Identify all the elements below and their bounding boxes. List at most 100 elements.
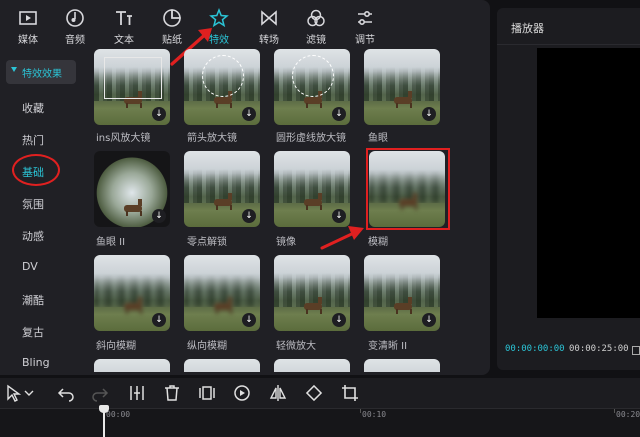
ruler-label: 00:00: [106, 410, 131, 419]
effect-card[interactable]: ↓: [364, 255, 440, 331]
tab-audio[interactable]: 音频: [53, 0, 97, 46]
tab-label: 媒体: [18, 35, 38, 46]
effect-card[interactable]: ↓: [274, 151, 350, 227]
effect-thumbnail: [184, 359, 260, 372]
effect-card[interactable]: ↓: [364, 49, 440, 125]
sidebar-item-trendy[interactable]: 潮酷: [22, 292, 44, 308]
download-icon[interactable]: ↓: [332, 313, 346, 327]
effect-card[interactable]: ↓: [184, 49, 260, 125]
freeze-frame-icon[interactable]: [197, 383, 217, 403]
sidebar-item-retro[interactable]: 复古: [22, 324, 44, 340]
effect-card[interactable]: ↓: [184, 255, 260, 331]
effect-label: ins风放大镜: [96, 133, 151, 144]
left-panel: 媒体 音频 文本 贴纸 特效 转场 滤镜 调节 特效效果 收藏 热门 基础 氛围…: [0, 0, 490, 375]
ruler-tick: [614, 409, 615, 413]
split-icon[interactable]: [127, 383, 147, 403]
download-icon[interactable]: ↓: [332, 209, 346, 223]
effect-label: 鱼眼 II: [96, 237, 126, 248]
effect-label: 变清晰 II: [368, 341, 408, 352]
divider: [497, 44, 640, 45]
effect-card[interactable]: ↓: [94, 49, 170, 125]
total-time: 00:00:25:00: [569, 344, 629, 354]
chevron-down-icon[interactable]: [22, 383, 36, 403]
effect-label: 纵向模糊: [187, 341, 227, 352]
effect-card[interactable]: [94, 359, 170, 372]
media-icon: [19, 11, 37, 25]
effect-thumbnail: [94, 359, 170, 372]
tab-text[interactable]: 文本: [102, 0, 146, 46]
sidebar-item-bling[interactable]: Bling: [22, 356, 50, 369]
download-icon[interactable]: ↓: [242, 107, 256, 121]
effect-label: 斜向模糊: [96, 341, 136, 352]
category-header-label: 特效效果: [22, 69, 62, 80]
download-icon[interactable]: ↓: [152, 313, 166, 327]
audio-icon: [66, 9, 84, 27]
select-cursor-icon[interactable]: [4, 383, 24, 403]
tab-label: 转场: [259, 35, 279, 46]
download-icon[interactable]: ↓: [242, 313, 256, 327]
effect-thumbnail: [274, 359, 350, 372]
transition-icon: [261, 10, 277, 26]
tab-label: 文本: [114, 35, 134, 46]
sidebar-item-atmosphere[interactable]: 氛围: [22, 196, 44, 212]
category-header[interactable]: 特效效果: [6, 60, 76, 84]
crop-icon[interactable]: [340, 383, 360, 403]
effect-label: 镜像: [276, 237, 296, 248]
sidebar-item-favorites[interactable]: 收藏: [22, 100, 44, 116]
player-screen[interactable]: [537, 48, 640, 318]
download-icon[interactable]: ↓: [152, 209, 166, 223]
effect-label: 模糊: [368, 237, 388, 248]
tab-label: 滤镜: [306, 35, 326, 46]
sidebar-item-dynamic[interactable]: 动感: [22, 228, 44, 244]
tab-label: 音频: [65, 35, 85, 46]
adjust-icon: [358, 10, 372, 26]
annotation-circle: [12, 154, 60, 186]
effect-card[interactable]: ↓: [274, 255, 350, 331]
filter-icon: [307, 9, 325, 27]
ruler-label: 00:20: [616, 410, 640, 419]
current-time: 00:00:00:00: [505, 344, 565, 354]
sidebar-item-hot[interactable]: 热门: [22, 132, 44, 148]
download-icon[interactable]: ↓: [332, 107, 346, 121]
caret-down-icon: [11, 67, 17, 72]
rotate-icon[interactable]: [304, 383, 324, 403]
tab-adjust[interactable]: 调节: [343, 0, 387, 46]
effect-label: 箭头放大镜: [187, 133, 237, 144]
effect-card[interactable]: [364, 359, 440, 372]
undo-icon[interactable]: [56, 383, 76, 403]
aspect-ratio-icon[interactable]: [632, 346, 640, 355]
effect-card[interactable]: ↓: [94, 255, 170, 331]
tab-transition[interactable]: 转场: [247, 0, 291, 46]
annotation-arrow: [320, 226, 364, 250]
ruler-tick: [360, 409, 361, 413]
effect-label: 圆形虚线放大镜: [276, 133, 346, 144]
sidebar-item-dv[interactable]: DV: [22, 260, 38, 273]
tab-label: 调节: [355, 35, 375, 46]
ruler-label: 00:10: [362, 410, 387, 419]
text-icon: [116, 11, 132, 25]
tab-filter[interactable]: 滤镜: [294, 0, 338, 46]
effect-label: 零点解锁: [187, 237, 227, 248]
download-icon[interactable]: ↓: [422, 107, 436, 121]
effect-card[interactable]: [274, 359, 350, 372]
effect-card[interactable]: ↓: [184, 151, 260, 227]
player-title: 播放器: [511, 22, 544, 35]
edit-toolbar: [0, 378, 640, 409]
effect-thumbnail: [364, 359, 440, 372]
download-icon[interactable]: ↓: [422, 313, 436, 327]
download-icon[interactable]: ↓: [152, 107, 166, 121]
effect-card[interactable]: ↓: [274, 49, 350, 125]
redo-icon[interactable]: [90, 383, 110, 403]
effect-label: 鱼眼: [368, 133, 388, 144]
annotation-selection-box: [366, 148, 450, 230]
effect-card[interactable]: [184, 359, 260, 372]
delete-icon[interactable]: [162, 383, 182, 403]
player-panel: 播放器 00:00:00:00 00:00:25:00: [497, 8, 640, 370]
timeline-ruler[interactable]: 00:00 00:10 00:20: [0, 409, 640, 437]
mirror-icon[interactable]: [268, 383, 288, 403]
playhead-handle[interactable]: [99, 405, 109, 413]
effect-card[interactable]: ↓: [94, 151, 170, 227]
tab-media[interactable]: 媒体: [6, 0, 50, 46]
reverse-play-icon[interactable]: [232, 383, 252, 403]
download-icon[interactable]: ↓: [242, 209, 256, 223]
